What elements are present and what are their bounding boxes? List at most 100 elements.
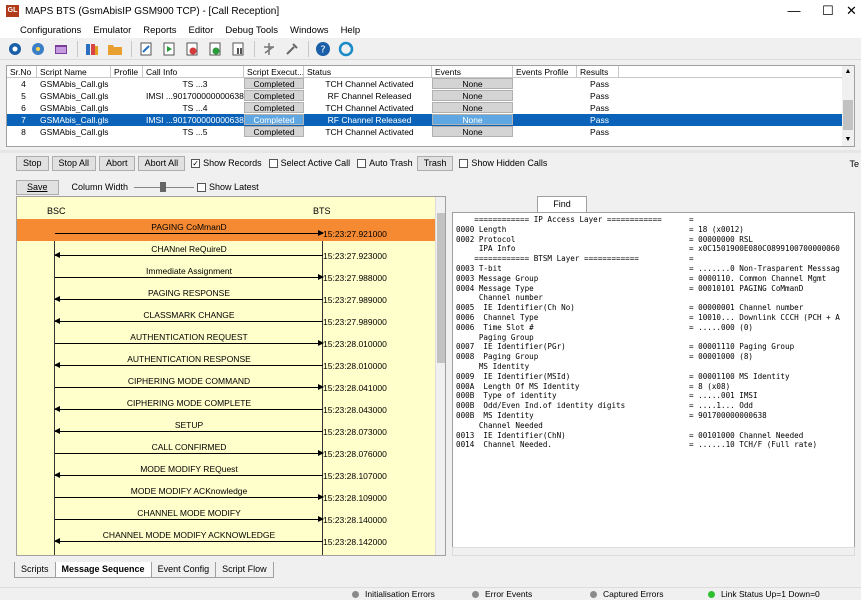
auto-trash-checkbox[interactable]: Auto Trash bbox=[357, 158, 413, 168]
scroll-thumb[interactable] bbox=[437, 213, 445, 363]
cell-events[interactable]: None bbox=[432, 90, 513, 101]
col-profile[interactable]: Profile bbox=[111, 66, 143, 77]
menu-debug-tools[interactable]: Debug Tools bbox=[219, 25, 284, 36]
message-timestamp: 15:23:28.140000 bbox=[323, 515, 387, 525]
sequence-message[interactable]: MODE MODIFY ACKnowledge 15:23:28.109000 bbox=[17, 483, 435, 505]
detail-field-value: = .....001 IMSI bbox=[689, 391, 758, 401]
save-button[interactable]: Save bbox=[16, 179, 59, 195]
col-script-exec[interactable]: Script Execut... bbox=[244, 66, 304, 77]
menu-help[interactable]: Help bbox=[335, 25, 367, 36]
cell-script-exec[interactable]: Completed bbox=[244, 126, 304, 137]
cell-events[interactable]: None bbox=[432, 78, 513, 89]
stop-doc-icon[interactable] bbox=[183, 40, 201, 58]
menu-reports[interactable]: Reports bbox=[137, 25, 182, 36]
sequence-message[interactable]: PAGING CoMmanD 15:23:27.921000 bbox=[17, 219, 435, 241]
detail-field-name: 000B Type of identity bbox=[456, 391, 557, 401]
message-timestamp: 15:23:28.076000 bbox=[323, 449, 387, 459]
show-records-checkbox[interactable]: ✓ Show Records bbox=[191, 158, 262, 168]
sequence-message[interactable]: MODE MODIFY REQuest 15:23:28.107000 bbox=[17, 461, 435, 483]
col-results[interactable]: Results bbox=[577, 66, 619, 77]
detail-field-value: = 00001000 (8) bbox=[689, 352, 754, 362]
detail-horizontal-scrollbar[interactable] bbox=[452, 547, 855, 556]
gear-icon[interactable] bbox=[6, 40, 24, 58]
bottom-tabs: Scripts Message Sequence Event Config Scrip… bbox=[14, 562, 274, 578]
sequence-message[interactable]: PAGING RESPONSE 15:23:27.989000 bbox=[17, 285, 435, 307]
network-icon[interactable] bbox=[260, 40, 278, 58]
sequence-message[interactable]: CHANnel ReQuireD 15:23:27.923000 bbox=[17, 241, 435, 263]
sequence-message[interactable]: CHANNEL MODE MODIFY 15:23:28.140000 bbox=[17, 505, 435, 527]
col-script-name[interactable]: Script Name bbox=[37, 66, 111, 77]
cell-script-exec[interactable]: Completed bbox=[244, 78, 304, 89]
sequence-message[interactable]: CALL CONFIRMED 15:23:28.076000 bbox=[17, 439, 435, 461]
sequence-message[interactable]: SETUP 15:23:28.073000 bbox=[17, 417, 435, 439]
cell-script-exec[interactable]: Completed bbox=[244, 90, 304, 101]
trash-button[interactable]: Trash bbox=[416, 155, 454, 171]
table-row[interactable]: 8 GSMAbis_Call.gls TS ...5 Completed TCH Cha… bbox=[7, 126, 854, 138]
col-call-info[interactable]: Call Info bbox=[143, 66, 244, 77]
edit-icon[interactable] bbox=[137, 40, 155, 58]
splitter[interactable] bbox=[0, 150, 861, 153]
tab-scripts[interactable]: Scripts bbox=[14, 562, 56, 578]
cell-script-exec[interactable]: Completed bbox=[244, 114, 304, 125]
grid-scrollbar[interactable]: ▲ ▼ bbox=[842, 66, 854, 146]
sequence-message[interactable]: Immediate Assignment 15:23:27.988000 bbox=[17, 263, 435, 285]
minimize-button[interactable]: — bbox=[776, 0, 812, 22]
show-hidden-calls-checkbox[interactable]: Show Hidden Calls bbox=[459, 158, 547, 168]
column-width-slider[interactable] bbox=[134, 181, 195, 193]
table-row[interactable]: 4 GSMAbis_Call.gls TS ...3 Completed TCH Cha… bbox=[7, 78, 854, 90]
tab-message-sequence[interactable]: Message Sequence bbox=[54, 562, 152, 578]
stop-button[interactable]: Stop bbox=[16, 155, 49, 171]
error-events-status[interactable]: Error Events bbox=[472, 589, 532, 599]
cell-script-exec[interactable]: Completed bbox=[244, 102, 304, 113]
cell-events[interactable]: None bbox=[432, 114, 513, 125]
sequence-message[interactable]: CIPHERING MODE COMPLETE 15:23:28.043000 bbox=[17, 395, 435, 417]
scroll-down-icon[interactable]: ▼ bbox=[842, 134, 854, 146]
sequence-message[interactable]: AUTHENTICATION REQUEST 15:23:28.010000 bbox=[17, 329, 435, 351]
tab-event-config[interactable]: Event Config bbox=[150, 562, 217, 578]
show-latest-checkbox[interactable]: Show Latest bbox=[197, 182, 259, 192]
pause-doc-icon[interactable] bbox=[229, 40, 247, 58]
table-row[interactable]: 7 GSMAbis_Call.gls IMSI ...901700000000638… bbox=[7, 114, 854, 126]
init-errors-status[interactable]: Initialisation Errors bbox=[352, 589, 435, 599]
cell-events[interactable]: None bbox=[432, 126, 513, 137]
sequence-message[interactable]: CIPHERING MODE COMMAND 15:23:28.041000 bbox=[17, 373, 435, 395]
captured-errors-status[interactable]: Captured Errors bbox=[590, 589, 663, 599]
books-icon[interactable] bbox=[83, 40, 101, 58]
find-tab[interactable]: Find bbox=[537, 196, 587, 212]
sequence-scrollbar[interactable] bbox=[435, 197, 445, 555]
menu-emulator[interactable]: Emulator bbox=[87, 25, 137, 36]
sequence-message[interactable]: CLASSMARK CHANGE 15:23:27.989000 bbox=[17, 307, 435, 329]
open-folder-icon[interactable] bbox=[106, 40, 124, 58]
cell-profile bbox=[111, 102, 143, 114]
maximize-button[interactable]: ☐ bbox=[810, 0, 846, 22]
close-button[interactable]: ✕ bbox=[842, 0, 861, 22]
green-doc-icon[interactable] bbox=[206, 40, 224, 58]
menu-windows[interactable]: Windows bbox=[284, 25, 335, 36]
table-row[interactable]: 6 GSMAbis_Call.gls TS ...4 Completed TCH Cha… bbox=[7, 102, 854, 114]
select-active-call-checkbox[interactable]: Select Active Call bbox=[268, 158, 350, 168]
abort-all-button[interactable]: Abort All bbox=[137, 155, 186, 171]
sequence-message[interactable]: CHANNEL MODE MODIFY ACKNOWLEDGE 15:23:28.… bbox=[17, 527, 435, 549]
folder-icon[interactable] bbox=[52, 40, 70, 58]
abort-button[interactable]: Abort bbox=[99, 155, 135, 171]
refresh-icon[interactable] bbox=[337, 40, 355, 58]
table-row[interactable]: 5 GSMAbis_Call.gls IMSI ...901700000000638… bbox=[7, 90, 854, 102]
sequence-message[interactable]: AUTHENTICATION RESPONSE 15:23:28.010000 bbox=[17, 351, 435, 373]
tools-icon[interactable] bbox=[283, 40, 301, 58]
gear-settings-icon[interactable] bbox=[29, 40, 47, 58]
scroll-thumb[interactable] bbox=[843, 100, 853, 130]
menu-editor[interactable]: Editor bbox=[183, 25, 220, 36]
col-events[interactable]: Events bbox=[432, 66, 513, 77]
help-icon[interactable]: ? bbox=[314, 40, 332, 58]
cell-sr-no: 6 bbox=[21, 103, 26, 113]
col-events-profile[interactable]: Events Profile bbox=[513, 66, 577, 77]
column-width-label: Column Width bbox=[71, 182, 129, 192]
stop-all-button[interactable]: Stop All bbox=[51, 155, 97, 171]
scroll-up-icon[interactable]: ▲ bbox=[842, 66, 854, 78]
cell-events[interactable]: None bbox=[432, 102, 513, 113]
col-status[interactable]: Status bbox=[304, 66, 432, 77]
tab-script-flow[interactable]: Script Flow bbox=[215, 562, 274, 578]
play-doc-icon[interactable] bbox=[160, 40, 178, 58]
menu-configurations[interactable]: Configurations bbox=[0, 25, 87, 36]
col-sr-no[interactable]: Sr.No bbox=[7, 66, 37, 77]
